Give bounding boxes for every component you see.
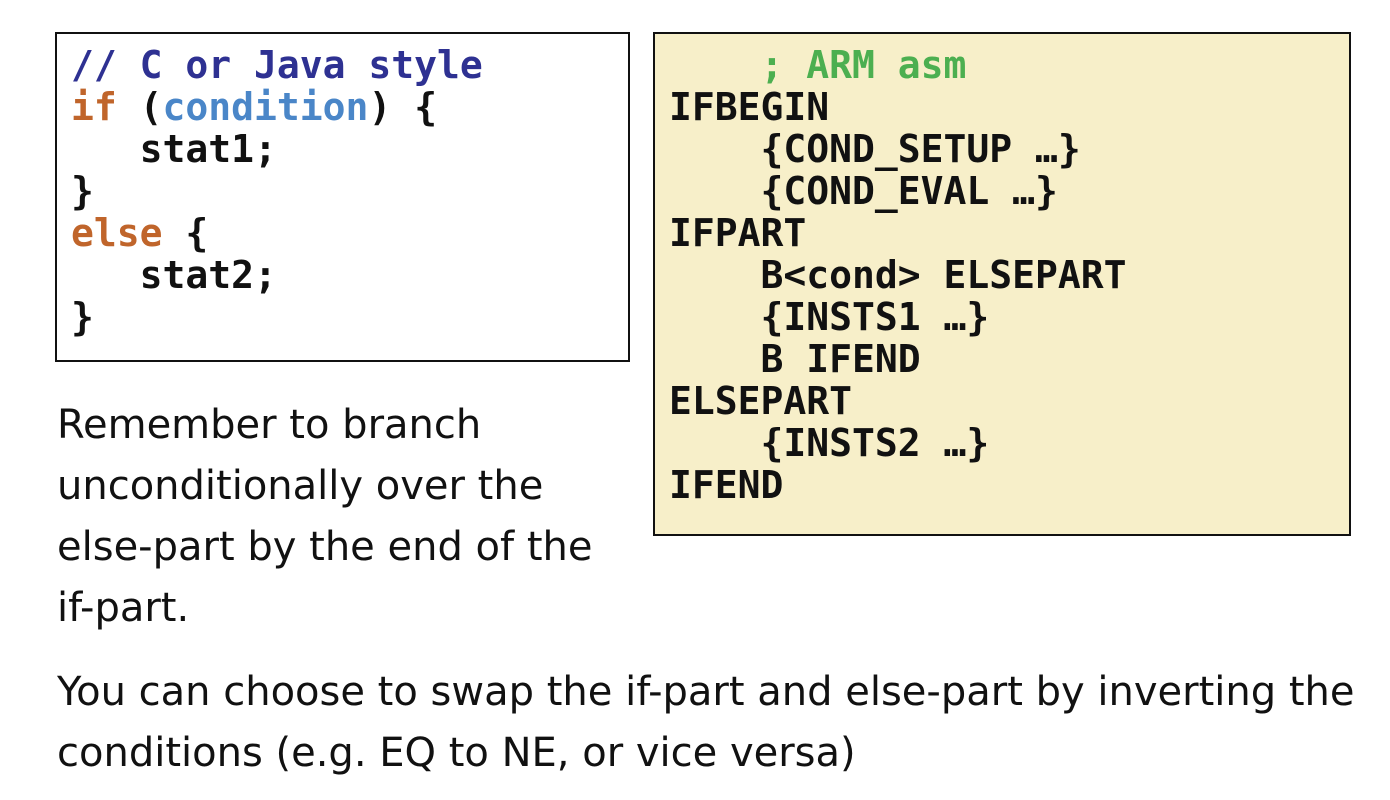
c-code-line: if (condition) { [71, 86, 628, 128]
c-comment: // C or Java style [71, 43, 483, 87]
asm-comment: ; ARM asm [669, 43, 967, 87]
asm-line: {INSTS2 …} [669, 421, 990, 465]
asm-line: IFEND [669, 463, 784, 507]
asm-code-box: ; ARM asm IFBEGIN {COND_SETUP …} {COND_EV… [653, 32, 1351, 536]
asm-line: IFPART [669, 211, 807, 255]
asm-line: B IFEND [669, 337, 921, 381]
c-code-line: stat1; [71, 127, 277, 171]
c-code-line: } [71, 295, 94, 339]
c-code-line: stat2; [71, 253, 277, 297]
c-code-box: // C or Java style if (condition) { stat1… [55, 32, 630, 362]
c-code-block: // C or Java style if (condition) { stat1… [71, 44, 628, 338]
open-paren: ( [116, 85, 163, 129]
asm-line: {COND_EVAL …} [669, 169, 1058, 213]
c-code-line: } [71, 169, 94, 213]
asm-line: {COND_SETUP …} [669, 127, 1081, 171]
asm-code-block: ; ARM asm IFBEGIN {COND_SETUP …} {COND_EV… [669, 44, 1349, 506]
asm-line: ELSEPART [669, 379, 853, 423]
close-paren-brace: ) { [368, 85, 438, 129]
asm-line: {INSTS1 …} [669, 295, 990, 339]
asm-line: B<cond> ELSEPART [669, 253, 1127, 297]
swap-note: You can choose to swap the if-part and e… [57, 669, 1355, 776]
condition-token: condition [162, 85, 369, 129]
else-keyword: else [71, 211, 163, 255]
remember-note: Remember to branch unconditionally over … [57, 402, 593, 631]
if-keyword: if [71, 85, 117, 129]
else-brace: { [162, 211, 209, 255]
c-code-line: // C or Java style [71, 44, 628, 86]
c-code-line: else { [71, 212, 628, 254]
asm-line: IFBEGIN [669, 85, 830, 129]
